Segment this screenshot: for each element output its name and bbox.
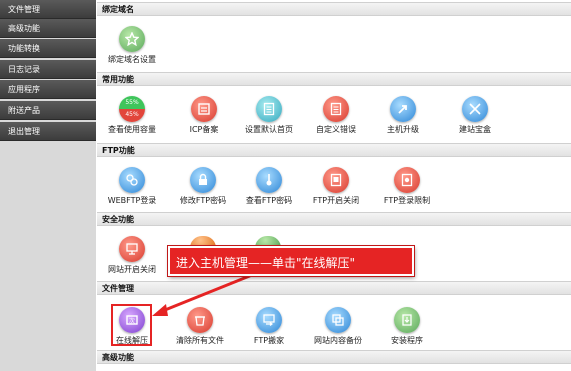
tool-label: 自定义错误 (316, 125, 356, 134)
tool-label: 网站开启关闭 (108, 265, 156, 274)
sitebox-icon (462, 96, 488, 122)
tool-label: WEBFTP登录 (107, 196, 157, 205)
tool-view-ftp-password[interactable]: 查看FTP密码 (234, 167, 304, 207)
tool-bind-domain[interactable]: 绑定域名设置 (97, 26, 167, 66)
tool-icp[interactable]: ICP备案 (169, 96, 239, 136)
tool-label: FTP登录限制 (383, 196, 431, 205)
tool-install-program[interactable]: 安装程序 (372, 307, 442, 347)
instruction-callout: 进入主机管理——单击"在线解压" (168, 246, 414, 276)
tool-label: FTP搬家 (253, 336, 285, 345)
sidebar-item-bundled[interactable]: 附送产品 (0, 101, 96, 120)
main-panel: 绑定域名 绑定域名设置 常用功能 55% 45% 查看使用容量 ICP备案 设置… (97, 0, 571, 371)
key-icon (256, 167, 282, 193)
tool-label: 清除所有文件 (176, 336, 224, 345)
tool-label: FTP开启关闭 (312, 196, 360, 205)
lock-icon (190, 167, 216, 193)
tool-site-backup[interactable]: 网站内容备份 (303, 307, 373, 347)
tool-label: 建站宝盒 (459, 125, 491, 134)
sidebar-item-logout[interactable]: 退出管理 (0, 122, 96, 141)
star-icon (119, 26, 145, 52)
webftp-icon (119, 167, 145, 193)
tool-ftp-toggle[interactable]: FTP开启关闭 (301, 167, 371, 207)
tool-site-toggle[interactable]: 网站开启关闭 (97, 236, 167, 276)
sidebar-item-advanced[interactable]: 高级功能 (0, 19, 96, 38)
tool-default-page[interactable]: 设置默认首页 (234, 96, 304, 136)
tool-view-usage[interactable]: 55% 45% 查看使用容量 (97, 96, 167, 136)
default-page-icon (256, 96, 282, 122)
section-title-advanced: 高级功能 (97, 350, 571, 364)
section-title-security: 安全功能 (97, 212, 571, 226)
custom-error-icon (323, 96, 349, 122)
tool-label: 修改FTP密码 (179, 196, 227, 205)
section-title-domain: 绑定域名 (97, 2, 571, 16)
backup-icon (325, 307, 351, 333)
icp-icon (191, 96, 217, 122)
upgrade-icon (390, 96, 416, 122)
tool-label: ICP备案 (189, 125, 219, 134)
ftp-toggle-icon (323, 167, 349, 193)
sidebar-item-apps[interactable]: 应用程序 (0, 80, 96, 99)
tool-ftp-login-restrict[interactable]: FTP登录限制 (372, 167, 442, 207)
usage-pie-icon: 55% 45% (119, 96, 145, 122)
tool-label: 绑定域名设置 (108, 55, 156, 64)
tool-label: 设置默认首页 (245, 125, 293, 134)
tool-label: 查看使用容量 (108, 125, 156, 134)
tool-webftp-login[interactable]: WEBFTP登录 (97, 167, 167, 207)
tool-sitebox[interactable]: 建站宝盒 (440, 96, 510, 136)
tool-change-ftp-password[interactable]: 修改FTP密码 (168, 167, 238, 207)
section-title-files: 文件管理 (97, 281, 571, 295)
clear-files-icon (187, 307, 213, 333)
sidebar: 文件管理 高级功能 功能转换 日志记录 应用程序 附送产品 退出管理 (0, 0, 96, 371)
tool-label: 主机升级 (387, 125, 419, 134)
site-toggle-icon (119, 236, 145, 262)
install-icon (394, 307, 420, 333)
ftp-move-icon (256, 307, 282, 333)
tool-ftp-move[interactable]: FTP搬家 (234, 307, 304, 347)
tool-custom-error[interactable]: 自定义错误 (301, 96, 371, 136)
tool-label: 安装程序 (391, 336, 423, 345)
highlight-box (111, 304, 152, 346)
sidebar-item-logs[interactable]: 日志记录 (0, 60, 96, 79)
section-title-common: 常用功能 (97, 72, 571, 86)
tool-host-upgrade[interactable]: 主机升级 (368, 96, 438, 136)
tool-label: 网站内容备份 (314, 336, 362, 345)
sidebar-item-feature-switch[interactable]: 功能转换 (0, 39, 96, 58)
ftp-restrict-icon (394, 167, 420, 193)
tool-clear-files[interactable]: 清除所有文件 (165, 307, 235, 347)
sidebar-item-file-manager[interactable]: 文件管理 (0, 0, 96, 19)
tool-label: 查看FTP密码 (245, 196, 293, 205)
section-title-ftp: FTP功能 (97, 143, 571, 157)
